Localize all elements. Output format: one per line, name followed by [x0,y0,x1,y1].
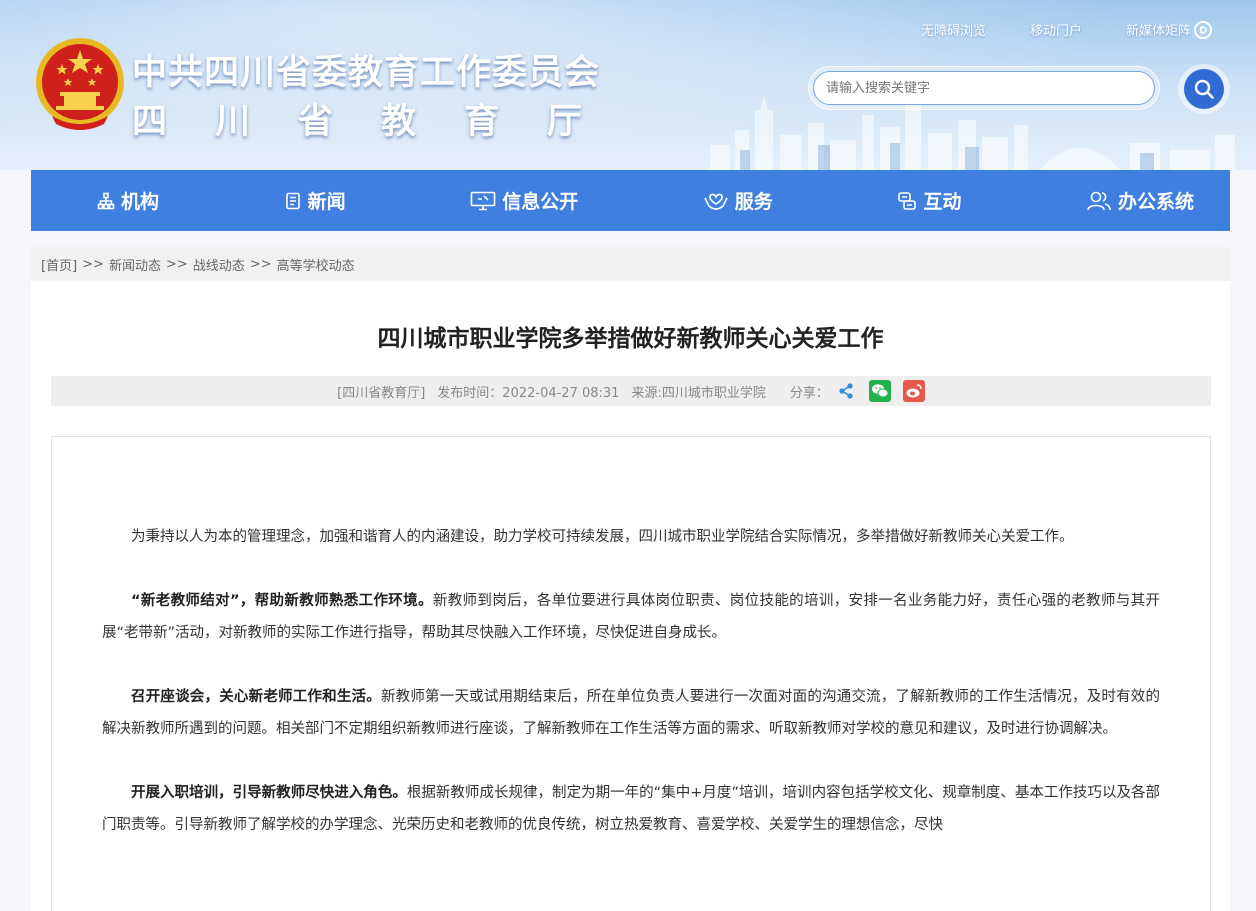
dept-char: 厅 [546,102,582,142]
search-box [808,66,1160,110]
weibo-share-icon[interactable] [902,380,925,402]
wechat-share-icon[interactable] [868,380,891,402]
org-icon [97,192,115,209]
dept-char: 省 [297,102,333,142]
meta-source: 来源:四川城市职业学院 [631,385,766,401]
breadcrumb-higher-ed[interactable]: 高等学校动态 [277,255,355,274]
top-links: 无障碍浏览 移动门户 新媒体矩阵 [877,20,1212,39]
dept-char: 育 [463,102,499,142]
national-emblem-icon [36,38,124,130]
article-paragraph: “新老教师结对”，帮助新教师熟悉工作环境。新教师到岗后，各单位要进行具体岗位职责… [102,593,1160,641]
new-media-matrix-link[interactable]: 新媒体矩阵 [1126,20,1212,39]
dept-char: 教 [380,102,416,142]
dept-char: 四 [132,102,168,142]
article-content: 为秉持以人为本的管理理念，加强和谐育人的内涵建设，助力学校可持续发展，四川城市职… [51,436,1211,911]
news-icon [285,192,300,209]
site-header: 中共四川省委教育工作委员会 四 川 省 教 育 厅 无障碍浏览 移动门户 新媒体… [0,0,1256,170]
users-icon [1087,191,1111,210]
search-icon [1194,79,1214,99]
breadcrumb-home[interactable]: [首页] [41,255,77,274]
nav-item-office-system[interactable]: 办公系统 [1086,187,1194,214]
paragraph-lead: 开展入职培训，引导新教师尽快进入角色。 [131,785,407,801]
search-input[interactable] [813,71,1155,105]
article-title: 四川城市职业学院多举措做好新教师关心关爱工作 [377,326,884,352]
article-paragraph: 开展入职培训，引导新教师尽快进入角色。根据新教师成长规律，制定为期一年的“集中+… [102,785,1161,833]
site-title-committee: 中共四川省委教育工作委员会 [132,53,601,93]
interact-icon [898,191,917,210]
media-matrix-icon [1194,20,1212,39]
breadcrumb-separator: >> [165,256,188,272]
main-nav: 机构 新闻 信息公开 服务 互动 办公系统 [31,170,1230,231]
paragraph-lead: “新老教师结对”，帮助新教师熟悉工作环境。 [131,593,433,609]
breadcrumb-separator: >> [249,256,272,272]
share-label: 分享： [789,385,829,401]
breadcrumb-frontline[interactable]: 战线动态 [193,255,245,274]
site-title-department: 四 川 省 教 育 厅 [132,93,582,144]
nav-item-service[interactable]: 服务 [703,187,773,214]
article-paragraph: 为秉持以人为本的管理理念，加强和谐育人的内涵建设，助力学校可持续发展，四川城市职… [131,529,1074,545]
search-button[interactable] [1178,64,1230,114]
mobile-portal-link[interactable]: 移动门户 [1030,20,1082,39]
share-icon[interactable] [835,380,857,402]
nav-item-info-disclosure[interactable]: 信息公开 [470,187,578,214]
article-container: 四川城市职业学院多举措做好新教师关心关爱工作 [四川省教育厅] 发布时间：202… [31,281,1230,911]
meta-site: [四川省教育厅] [337,385,426,401]
breadcrumb-separator: >> [82,256,104,272]
nav-item-news[interactable]: 新闻 [284,187,346,214]
dept-char: 川 [214,102,250,142]
search-button-circle [1184,69,1224,109]
accessibility-link[interactable]: 无障碍浏览 [921,20,986,39]
paragraph-lead: 召开座谈会，关心新老师工作和生活。 [131,689,381,705]
nav-item-interact[interactable]: 互动 [897,187,961,214]
breadcrumb-news[interactable]: 新闻动态 [109,255,161,274]
service-icon [704,193,728,210]
monitor-icon [470,191,496,210]
nav-item-org[interactable]: 机构 [97,187,159,214]
article-paragraph: 召开座谈会，关心新老师工作和生活。新教师第一天或试用期结束后，所在单位负责人要进… [102,689,1160,737]
article-meta: [四川省教育厅] 发布时间：2022-04-27 08:31 来源:四川城市职业… [51,376,1211,406]
breadcrumb: [首页] >> 新闻动态 >> 战线动态 >> 高等学校动态 [31,247,1230,281]
meta-publish-time: 发布时间：2022-04-27 08:31 [437,385,620,401]
